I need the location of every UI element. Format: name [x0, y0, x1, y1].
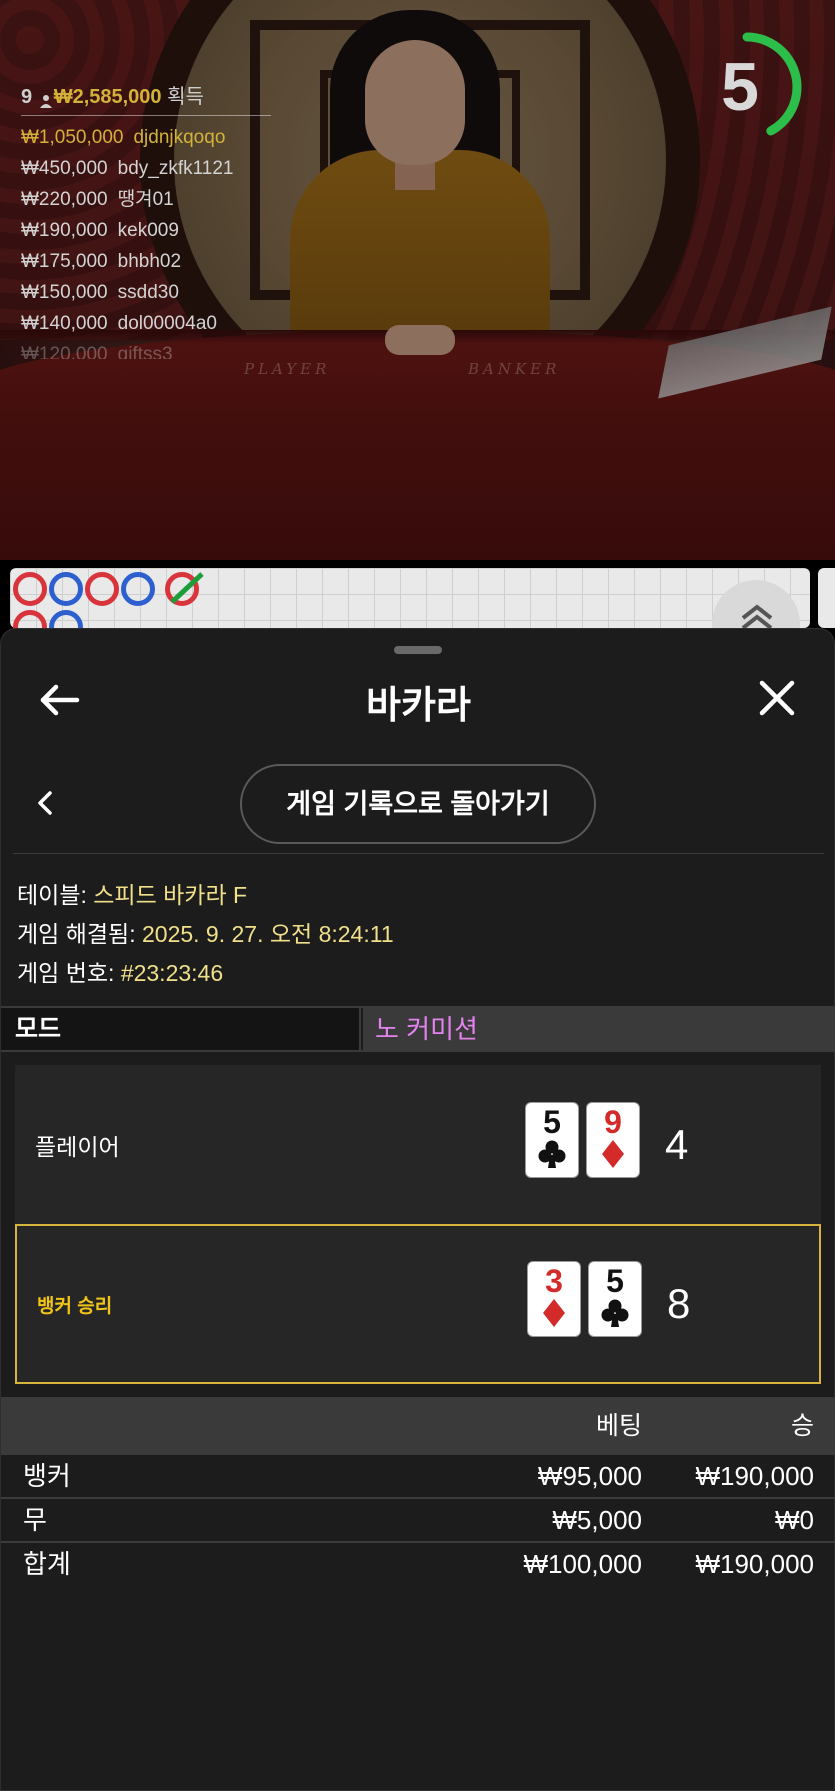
meta-round-label: 게임 번호: [17, 960, 121, 986]
bet-amount: ₩95,000 [537, 1461, 642, 1491]
total-row: 합계 ₩100,000 ₩190,000 [1, 1543, 835, 1587]
meta-resolved: 게임 해결됨: 2025. 9. 27. 오전 8:24:11 [17, 915, 394, 949]
chevron-left-icon [38, 791, 52, 815]
winner-name: ssdd30 [117, 282, 179, 303]
mode-row: 모드 노 커미션 [1, 1006, 835, 1052]
card-rank: 5 [543, 1104, 561, 1140]
banker-hand-label: 뱅커 승리 [37, 1295, 113, 1317]
divider [13, 853, 824, 854]
sheet-title: 바카라 [366, 685, 471, 727]
betting-timer: 5 [690, 30, 805, 145]
winner-amount: ₩190,000 [21, 220, 108, 241]
winners-suffix: 획득 [167, 86, 204, 108]
winner-row: ₩120,000 giftss3 [21, 339, 271, 359]
winner-amount: ₩140,000 [21, 313, 108, 334]
banker-hand: 뱅커 승리 3 5 8 [15, 1224, 821, 1384]
meta-resolved-value: 2025. 9. 27. 오전 8:24:11 [141, 921, 394, 947]
total-bet: ₩100,000 [523, 1549, 642, 1579]
winner-amount: ₩120,000 [21, 344, 108, 359]
diamond-icon [602, 1140, 624, 1168]
road-mark-player [49, 572, 83, 606]
winner-name: bdy_zkfk1121 [117, 158, 234, 179]
winner-row: ₩190,000 kek009 [21, 215, 271, 246]
meta-table-value: 스피드 바카라 F [93, 882, 248, 908]
person-icon [39, 91, 52, 108]
road-mark-player [121, 572, 155, 606]
table-row: 뱅커 ₩95,000 ₩190,000 [1, 1455, 835, 1499]
winner-row: ₩150,000 ssdd30 [21, 277, 271, 308]
card-rank: 9 [604, 1104, 622, 1140]
winner-name: 땡겨01 [117, 189, 174, 210]
win-amount: ₩0 [775, 1505, 814, 1535]
winners-total: ₩2,585,000 [53, 86, 162, 108]
meta-table: 테이블: 스피드 바카라 F [17, 876, 247, 910]
playing-card: 5 [525, 1102, 579, 1178]
close-button[interactable] [754, 675, 800, 721]
meta-table-label: 테이블: [17, 882, 94, 908]
tie-slash-icon [170, 572, 204, 604]
card-rank: 3 [545, 1263, 563, 1299]
bet-summary-table: 베팅 승 뱅커 ₩95,000 ₩190,000 무 ₩5,000 ₩0 합계 … [1, 1397, 835, 1587]
playing-card: 3 [527, 1261, 581, 1337]
playing-card: 9 [586, 1102, 640, 1178]
win-amount: ₩190,000 [695, 1461, 814, 1491]
live-video-stream: PLAYER BANKER 5 9 ₩2,585,000 획득 ₩1,050,0… [0, 0, 835, 560]
timer-value: 5 [721, 49, 759, 125]
side-road-edge [818, 568, 835, 628]
meta-round-value: #23:23:46 [120, 960, 224, 986]
total-label: 합계 [23, 1549, 71, 1579]
winners-leaderboard: 9 ₩2,585,000 획득 ₩1,050,000 djdnjkqoqo ₩45… [21, 80, 271, 359]
bet-name: 무 [23, 1505, 47, 1535]
game-history-sheet: 바카라 게임 기록으로 돌아가기 테이블: 스피드 바카라 F 게임 해결됨: … [0, 628, 835, 1791]
header-win: 승 [790, 1412, 814, 1440]
meta-round: 게임 번호: #23:23:46 [17, 954, 223, 988]
winner-name: djdnjkqoqo [133, 127, 226, 148]
winner-amount: ₩175,000 [21, 251, 108, 272]
sheet-drag-handle[interactable] [394, 646, 442, 654]
winner-name: giftss3 [117, 344, 173, 359]
card-rank: 5 [606, 1263, 624, 1299]
winner-row: ₩1,050,000 djdnjkqoqo [21, 122, 271, 153]
winner-row: ₩175,000 bhbh02 [21, 246, 271, 277]
banker-score: 8 [667, 1280, 691, 1327]
playing-card: 5 [588, 1261, 642, 1337]
meta-resolved-label: 게임 해결됨: [17, 921, 142, 947]
winner-amount: ₩150,000 [21, 282, 108, 303]
winner-row: ₩220,000 땡겨01 [21, 184, 271, 215]
club-icon [601, 1299, 629, 1327]
bead-road[interactable] [10, 568, 810, 644]
mode-label: 모드 [1, 1008, 361, 1050]
winner-amount: ₩1,050,000 [21, 127, 124, 148]
header-bet: 베팅 [595, 1412, 642, 1440]
winner-count: 9 [21, 86, 33, 108]
total-win: ₩190,000 [695, 1549, 814, 1579]
bet-amount: ₩5,000 [552, 1505, 642, 1535]
diamond-icon [543, 1299, 565, 1327]
mode-value: 노 커미션 [363, 1008, 835, 1050]
road-mark-banker [13, 572, 47, 606]
winner-amount: ₩450,000 [21, 158, 108, 179]
back-to-history-button[interactable]: 게임 기록으로 돌아가기 [240, 764, 596, 844]
chevron-up-icon [741, 604, 773, 630]
winners-summary: 9 ₩2,585,000 획득 [21, 80, 271, 116]
road-mark-banker [85, 572, 119, 606]
winner-name: dol00004a0 [117, 313, 217, 334]
bet-name: 뱅커 [23, 1461, 71, 1491]
winner-row: ₩140,000 dol00004a0 [21, 308, 271, 339]
player-hand-label: 플레이어 [35, 1134, 120, 1160]
bet-table-header: 베팅 승 [1, 1397, 835, 1455]
table-row: 무 ₩5,000 ₩0 [1, 1499, 835, 1543]
winner-row: ₩450,000 bdy_zkfk1121 [21, 153, 271, 184]
previous-round-button[interactable] [31, 785, 59, 821]
player-score: 4 [665, 1121, 689, 1168]
winner-name: kek009 [117, 220, 179, 241]
winner-name: bhbh02 [117, 251, 182, 272]
club-icon [538, 1140, 566, 1168]
close-icon [759, 680, 795, 716]
winner-amount: ₩220,000 [21, 189, 108, 210]
player-hand: 플레이어 5 9 4 [15, 1065, 821, 1225]
